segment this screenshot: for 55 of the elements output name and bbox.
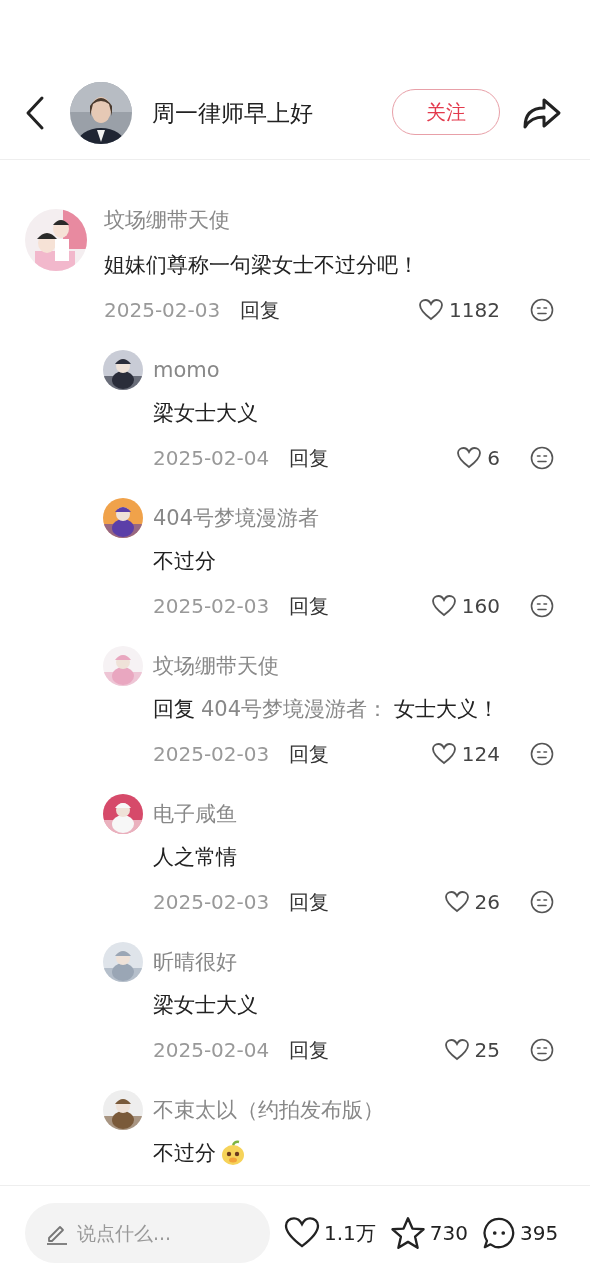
commenter-name[interactable]: 昕晴很好 (153, 942, 237, 982)
reply-text: 不过分 (153, 548, 217, 575)
like-count: 1182 (449, 298, 500, 322)
share-icon[interactable] (522, 96, 562, 130)
heart-icon[interactable] (284, 1217, 320, 1249)
like-count: 124 (461, 742, 500, 766)
like-count: 1.1万 (324, 1219, 376, 1247)
reply-button[interactable]: 回复 (289, 888, 330, 916)
heart-icon[interactable] (444, 891, 469, 913)
comment-date: 2025-02-03 (153, 742, 270, 766)
commenter-name[interactable]: 电子咸鱼 (153, 794, 237, 834)
emoji-face-icon[interactable] (530, 298, 554, 322)
reply-button[interactable]: 回复 (289, 444, 330, 472)
author-name[interactable]: 周一律师早上好 (152, 98, 313, 129)
comment-date: 2025-02-03 (153, 890, 270, 914)
reply-text: 回复 404号梦境漫游者： 女士大义！ (153, 696, 501, 723)
heart-icon[interactable] (431, 595, 456, 617)
back-icon[interactable] (24, 95, 46, 131)
emoji-face-icon[interactable] (530, 594, 554, 618)
reply-button[interactable]: 回复 (289, 740, 330, 768)
reply-button[interactable]: 回复 (289, 592, 330, 620)
reply-button[interactable]: 回复 (240, 296, 281, 324)
emoji-face-icon[interactable] (530, 446, 554, 470)
comment-date: 2025-02-03 (104, 298, 221, 322)
heart-icon[interactable] (431, 743, 456, 765)
emoji-face-icon[interactable] (530, 1038, 554, 1062)
like-count: 26 (474, 890, 500, 914)
comment-date: 2025-02-03 (153, 594, 270, 618)
commenter-name[interactable]: 404号梦境漫游者 (153, 498, 320, 538)
reply-button[interactable]: 回复 (289, 1036, 330, 1064)
reply-text: 梁女士大义 (153, 992, 259, 1019)
comment-date: 2025-02-04 (153, 1038, 270, 1062)
heart-icon[interactable] (444, 1039, 469, 1061)
reply-text: 不过分 (153, 1138, 554, 1168)
commenter-name[interactable]: momo (153, 350, 220, 390)
comment-input[interactable]: 说点什么... (25, 1203, 270, 1263)
emoji-face-icon[interactable] (530, 890, 554, 914)
favorite-count: 730 (429, 1221, 468, 1245)
comment-date: 2025-02-04 (153, 446, 270, 470)
comment-text: 姐妹们尊称一句梁女士不过分吧！ (104, 252, 420, 279)
reply-text: 人之常情 (153, 844, 238, 871)
star-icon[interactable] (389, 1216, 426, 1250)
reply-text: 梁女士大义 (153, 400, 259, 427)
heart-icon[interactable] (419, 299, 444, 321)
commenter-name[interactable]: 坟场绷带天使 (104, 205, 554, 235)
like-count: 25 (474, 1038, 500, 1062)
comment-icon[interactable] (482, 1216, 516, 1250)
like-count: 160 (461, 594, 500, 618)
emoji-face-icon[interactable] (530, 742, 554, 766)
comment-count: 395 (520, 1221, 559, 1245)
like-count: 6 (487, 446, 500, 470)
heart-icon[interactable] (457, 447, 482, 469)
commenter-name[interactable]: 不束太以（约拍发布版） (153, 1090, 384, 1130)
commenter-name[interactable]: 坟场绷带天使 (153, 646, 279, 686)
follow-button[interactable]: 关注 (392, 89, 500, 135)
